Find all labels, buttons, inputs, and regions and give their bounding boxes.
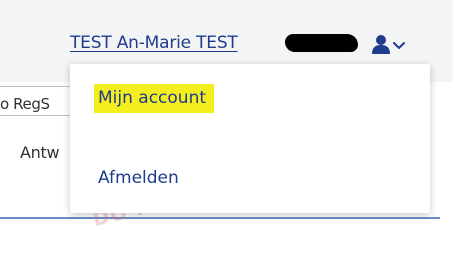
redaction-mark <box>285 34 358 52</box>
user-icon <box>372 35 405 54</box>
menu-item-my-account[interactable]: Mijn account <box>94 84 215 113</box>
user-menu-toggle[interactable] <box>372 34 408 56</box>
background-divider <box>0 217 440 219</box>
chevron-down-icon <box>393 42 405 49</box>
user-name-link[interactable]: TEST An-Marie TEST <box>70 33 238 53</box>
user-dropdown-menu: Mijn account Afmelden <box>70 64 430 213</box>
background-search-text: o RegS <box>0 95 50 113</box>
background-tab-label: Antw <box>20 143 60 162</box>
menu-item-logout[interactable]: Afmelden <box>98 168 179 188</box>
